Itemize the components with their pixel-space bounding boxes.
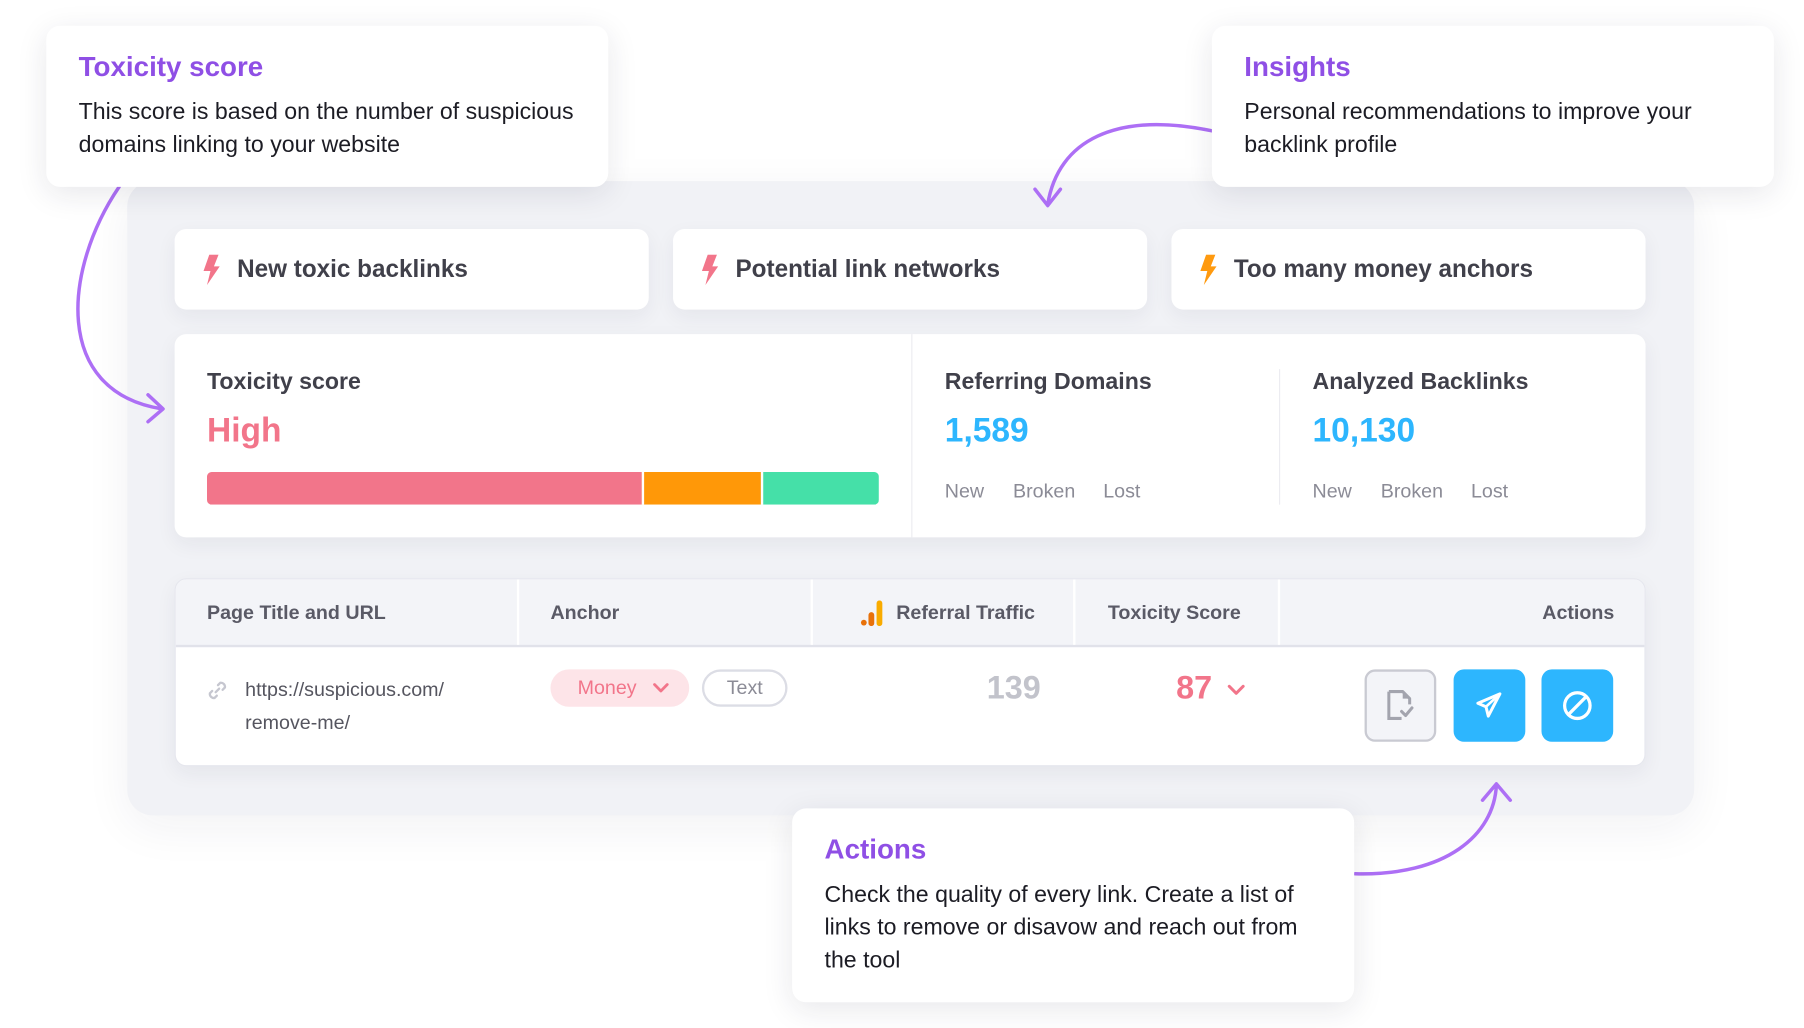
stats-divider: [911, 334, 913, 538]
analyzed-backlinks-broken-link[interactable]: Broken: [1381, 480, 1443, 503]
callout-insights: Insights Personal recommendations to imp…: [1211, 25, 1774, 187]
column-header-page-title[interactable]: Page Title and URL: [207, 579, 386, 644]
toxicity-score-value: High: [206, 412, 282, 450]
stats-divider: [1278, 369, 1281, 505]
callout-title: Actions: [824, 834, 927, 866]
insight-card-new-toxic-backlinks[interactable]: New toxic backlinks: [174, 228, 649, 310]
referring-domains-value[interactable]: 1,589: [945, 412, 1029, 451]
chevron-down-icon[interactable]: [1227, 683, 1246, 697]
insight-label: Too many money anchors: [1233, 255, 1534, 283]
stats-card: [174, 334, 1646, 538]
column-divider: [516, 579, 520, 645]
analyzed-backlinks-label: Analyzed Backlinks: [1312, 369, 1529, 395]
toxicity-score-label: Toxicity score: [206, 369, 361, 395]
anchor-tag-label: Money: [577, 676, 637, 699]
callout-text: Personal recommendations to improve your…: [1244, 99, 1692, 158]
insight-card-too-many-money-anchors[interactable]: Too many money anchors: [1171, 228, 1646, 310]
table-header: Page Title and URL Anchor Referral Traff…: [175, 579, 1645, 648]
callout-actions: Actions Check the quality of every link.…: [792, 808, 1355, 1003]
document-check-icon: [1387, 690, 1414, 720]
column-divider: [1277, 579, 1281, 645]
column-header-anchor[interactable]: Anchor: [550, 579, 619, 644]
column-header-actions: Actions: [1542, 601, 1615, 624]
toxicity-bar-segment-high: [206, 471, 643, 505]
referral-traffic-value: 139: [986, 669, 1041, 706]
callout-toxicity-score: Toxicity score This score is based on th…: [46, 25, 609, 187]
paper-plane-icon: [1476, 692, 1502, 718]
lightning-icon: [203, 254, 220, 285]
url-line: https://suspicious.com/: [245, 678, 445, 701]
insight-label: Potential link networks: [735, 255, 1000, 283]
url-line: remove-me/: [245, 711, 351, 734]
send-outreach-button[interactable]: [1453, 669, 1526, 742]
toxicity-bar-segment-medium: [642, 471, 761, 505]
callout-text: This score is based on the number of sus…: [78, 99, 574, 158]
insight-card-potential-link-networks[interactable]: Potential link networks: [673, 228, 1148, 310]
toxicity-bar: [206, 471, 879, 505]
toxicity-score-cell[interactable]: 87: [1176, 669, 1212, 706]
referring-domains-label: Referring Domains: [944, 369, 1152, 395]
analyzed-backlinks-lost-link[interactable]: Lost: [1471, 480, 1508, 503]
stage: New toxic backlinks Potential link netwo…: [0, 0, 1804, 1028]
link-icon: [208, 681, 227, 700]
prohibited-icon: [1563, 691, 1592, 721]
column-header-referral-traffic[interactable]: Referral Traffic: [896, 579, 1035, 644]
lightning-icon: [701, 254, 719, 285]
referring-domains-lost-link[interactable]: Lost: [1103, 480, 1140, 503]
page-url-link[interactable]: https://suspicious.com/ remove-me/: [245, 674, 444, 739]
lightning-icon: [1200, 254, 1217, 285]
toxicity-bar-segment-low: [760, 471, 879, 505]
review-button[interactable]: [1364, 669, 1437, 742]
disavow-button[interactable]: [1541, 669, 1614, 742]
anchor-tag-text[interactable]: Text: [701, 669, 788, 707]
insight-label: New toxic backlinks: [237, 255, 468, 283]
analytics-icon: [860, 600, 883, 627]
callout-text: Check the quality of every link. Create …: [824, 881, 1298, 974]
chevron-down-icon: [653, 683, 669, 693]
referring-domains-new-link[interactable]: New: [945, 480, 984, 503]
column-divider: [1073, 579, 1076, 645]
referring-domains-broken-link[interactable]: Broken: [1013, 480, 1075, 503]
column-header-toxicity-score[interactable]: Toxicity Score: [1108, 579, 1241, 644]
column-divider: [810, 579, 813, 645]
callout-title: Insights: [1244, 51, 1351, 83]
analyzed-backlinks-new-link[interactable]: New: [1313, 480, 1352, 503]
anchor-tag-money[interactable]: Money: [550, 669, 690, 707]
analyzed-backlinks-value[interactable]: 10,130: [1313, 412, 1416, 451]
callout-title: Toxicity score: [78, 51, 264, 83]
